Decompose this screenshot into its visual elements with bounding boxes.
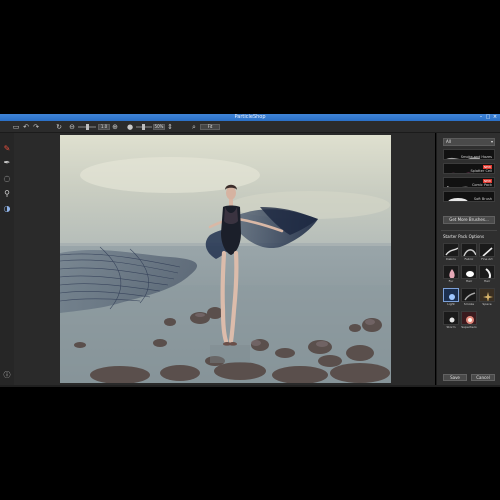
photo-image — [60, 135, 391, 383]
color-wheel-icon[interactable]: ◑ — [2, 204, 12, 214]
pack-item-fur[interactable]: Fur — [443, 265, 459, 285]
panel-divider — [441, 230, 497, 231]
maximize-icon[interactable]: □ — [485, 115, 491, 120]
save-button[interactable]: Save — [443, 374, 467, 381]
pack-item-label: Debris — [446, 257, 456, 261]
photo-canvas[interactable] — [60, 135, 391, 383]
app-screen: ParticleShop – □ × ▭ ↶ ↷ ↻ ⊖ 1.0 ⊕ ● 50%… — [0, 0, 500, 500]
search-icon[interactable]: ⌕ — [190, 123, 198, 131]
window-title: ParticleShop — [234, 114, 266, 120]
pack-item-debris[interactable]: Debris — [443, 243, 459, 263]
size-slider[interactable] — [136, 124, 152, 130]
pack-item-label: Space — [482, 302, 492, 306]
pack-item-label: Fabric — [464, 257, 474, 261]
brush-name: Splatter Cell — [470, 169, 492, 173]
pack-item-label: Smoke — [463, 302, 475, 306]
brush-item[interactable]: NEW Comic Pack — [443, 177, 495, 188]
brush-set-dropdown[interactable]: All ▾ — [443, 138, 495, 146]
pen-icon[interactable]: ✒ — [2, 158, 12, 168]
pack-item-label: Hair — [483, 279, 491, 283]
pack-item-label: Storm — [446, 325, 456, 329]
brush-panel: All ▾ Smoke and Hazes NEW Splatter Cell … — [436, 133, 500, 385]
brush-name: Soft Brush — [473, 197, 492, 201]
pack-item-label: Fine Art — [481, 257, 493, 261]
zoom-slider[interactable] — [78, 124, 96, 130]
pack-options-heading: Starter Pack Options — [443, 234, 485, 239]
brush-item[interactable]: NEW Splatter Cell — [443, 163, 495, 174]
zoom-minus-icon[interactable]: ⊖ — [68, 123, 76, 131]
zoom-field[interactable]: 1.0 — [98, 124, 110, 130]
pack-item-storm[interactable]: Storm — [443, 311, 459, 331]
get-more-brushes-label: Get More Brushes... — [449, 217, 489, 222]
undo-icon[interactable]: ↶ — [22, 123, 30, 131]
eyedropper-icon[interactable]: ⚲ — [2, 189, 12, 199]
zoom-slider-knob[interactable] — [86, 124, 89, 130]
pack-item-label: Superhero — [461, 325, 477, 329]
pack-item-hair[interactable]: Hair — [461, 265, 477, 285]
pack-item-label: Hair — [465, 279, 473, 283]
pack-item-fabric[interactable]: Fabric — [461, 243, 477, 263]
toolbar: ▭ ↶ ↷ ↻ ⊖ 1.0 ⊕ ● 50% ⇕ ⌕ Fit — [0, 121, 500, 133]
brush-item[interactable]: Smoke and Hazes — [443, 149, 495, 160]
minimize-icon[interactable]: – — [478, 115, 484, 120]
size-field[interactable]: 50% — [153, 124, 165, 130]
pack-item-fine-art[interactable]: Fine Art — [479, 243, 495, 263]
status-bar — [0, 385, 500, 387]
redo-icon[interactable]: ↷ — [32, 123, 40, 131]
pack-item-label: Fur — [448, 279, 454, 283]
info-icon[interactable]: ⓘ — [2, 370, 12, 380]
tool-column: ✎ ✒ ◌ ⚲ ◑ ⓘ — [0, 133, 14, 385]
fit-view-button[interactable]: Fit — [200, 124, 220, 130]
pack-item-label: Light — [447, 302, 455, 306]
rotate-icon[interactable]: ↻ — [55, 123, 63, 131]
pack-item-superhero[interactable]: Superhero — [461, 311, 477, 331]
monitor-icon[interactable]: ▭ — [12, 123, 20, 131]
pack-item-hair-2[interactable]: Hair — [479, 265, 495, 285]
pack-item-smoke[interactable]: Smoke — [461, 288, 477, 308]
size-stepper-icon[interactable]: ⇕ — [166, 123, 174, 131]
brush-name: Smoke and Hazes — [460, 155, 492, 159]
brush-size-icon[interactable]: ● — [126, 123, 134, 131]
pack-item-light[interactable]: Light — [443, 288, 459, 308]
brush-name: Comic Pack — [471, 183, 492, 187]
brush-icon[interactable]: ✎ — [2, 144, 12, 154]
window-title-bar: ParticleShop – □ × — [0, 114, 500, 121]
size-slider-knob[interactable] — [142, 124, 145, 130]
pack-item-space[interactable]: Space — [479, 288, 495, 308]
get-more-brushes-button[interactable]: Get More Brushes... — [443, 216, 495, 224]
chevron-down-icon: ▾ — [490, 139, 493, 144]
brush-item[interactable]: Soft Brush — [443, 191, 495, 202]
cancel-button[interactable]: Cancel — [471, 374, 495, 381]
close-icon[interactable]: × — [492, 115, 498, 120]
zoom-plus-icon[interactable]: ⊕ — [111, 123, 119, 131]
lasso-icon[interactable]: ◌ — [2, 174, 12, 184]
brush-set-value: All — [446, 139, 451, 144]
